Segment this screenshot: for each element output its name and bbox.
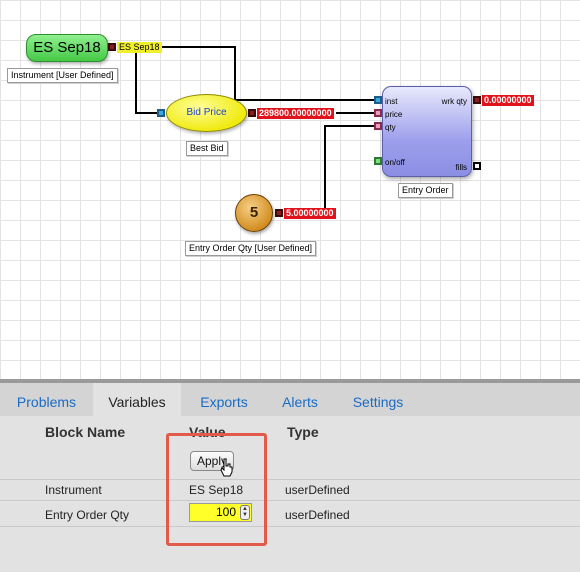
highlight-box	[166, 433, 267, 546]
tab-exports[interactable]: Exports	[181, 383, 267, 416]
qty-block[interactable]: 5	[235, 194, 273, 232]
wrkqty-output-port[interactable]	[473, 96, 481, 104]
instrument-block[interactable]: ES Sep18	[26, 34, 108, 62]
qty-caption: Entry Order Qty [User Defined]	[185, 241, 317, 256]
tab-settings[interactable]: Settings	[333, 383, 423, 416]
qty-output-port[interactable]	[275, 209, 283, 217]
inst-input-port[interactable]	[374, 96, 382, 104]
algo-canvas[interactable]: ES Sep18 ES Sep18 Instrument [User Defin…	[0, 0, 580, 379]
row-instrument-type: userDefined	[285, 483, 350, 497]
hand-cursor-icon	[220, 458, 233, 477]
row-qty-type: userDefined	[285, 508, 350, 522]
tab-variables[interactable]: Variables	[93, 383, 181, 416]
port-label-wrkqty: wrk qty	[441, 97, 467, 106]
col-header-block-name: Block Name	[45, 424, 126, 440]
entry-order-caption: Entry Order	[398, 183, 453, 198]
row-qty-name: Entry Order Qty	[45, 508, 130, 522]
bid-output-value: 289800.00000000	[257, 108, 334, 119]
port-label-fills: fills	[455, 163, 467, 172]
tab-problems[interactable]: Problems	[0, 383, 93, 416]
row-divider	[0, 500, 580, 501]
row-divider	[0, 526, 580, 527]
row-instrument-name: Instrument	[45, 483, 102, 497]
onoff-input-port[interactable]	[374, 157, 382, 165]
bid-caption: Best Bid	[186, 141, 228, 156]
tab-alerts[interactable]: Alerts	[267, 383, 333, 416]
wire-instrument-to-inst	[162, 46, 377, 101]
fills-output-port[interactable]	[473, 162, 481, 170]
row-divider	[0, 479, 580, 480]
bid-input-port[interactable]	[157, 109, 165, 117]
qty-input-port[interactable]	[374, 122, 382, 130]
port-label-price: price	[385, 110, 403, 119]
entry-order-block[interactable]: inst price qty on/off wrk qty fills	[382, 86, 472, 177]
wire-instrument-to-bid	[135, 52, 158, 114]
wrkqty-output-value: 0.00000000	[482, 95, 534, 106]
bid-price-block[interactable]: Bid Price	[166, 94, 247, 132]
panel-tabs: Problems Variables Exports Alerts Settin…	[0, 383, 580, 416]
instrument-output-port[interactable]	[108, 43, 116, 51]
port-label-inst: inst	[385, 97, 398, 106]
col-header-type: Type	[287, 424, 319, 440]
instrument-caption: Instrument [User Defined]	[7, 68, 118, 83]
port-label-qty: qty	[385, 123, 396, 132]
price-input-port[interactable]	[374, 109, 382, 117]
qty-output-value: 5.00000000	[284, 208, 336, 219]
wire-qty-to-qty	[324, 125, 377, 214]
instrument-output-value: ES Sep18	[117, 42, 162, 53]
port-label-onoff: on/off	[385, 158, 405, 167]
bid-output-port[interactable]	[248, 109, 256, 117]
